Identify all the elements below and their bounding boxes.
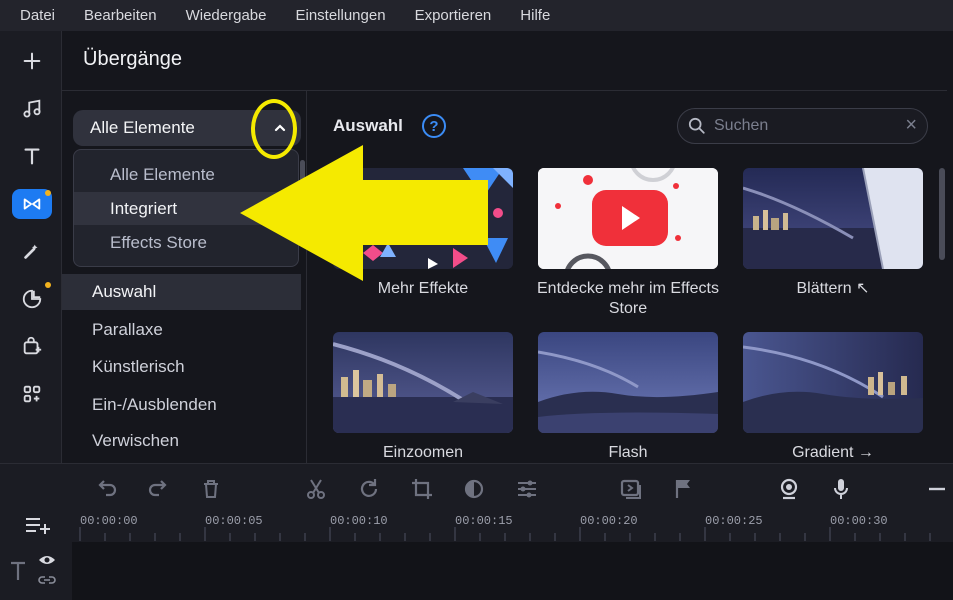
text-track[interactable]	[72, 542, 953, 600]
plus-icon[interactable]	[12, 43, 52, 79]
timecode: 00:00:20	[580, 514, 638, 528]
flag-icon[interactable]	[671, 476, 697, 502]
track-header	[0, 542, 72, 600]
menu-bearbeiten[interactable]: Bearbeiten	[84, 7, 157, 24]
store-bag-icon[interactable]	[12, 328, 52, 364]
more-apps-icon[interactable]	[12, 376, 52, 412]
thumbnail-effects-store	[538, 168, 718, 269]
tile-label: Blättern ↖	[796, 280, 870, 297]
menu-hilfe[interactable]: Hilfe	[520, 7, 550, 24]
stickers-icon[interactable]	[12, 281, 52, 317]
rotate-icon[interactable]	[356, 476, 382, 502]
timecode: 00:00:15	[455, 514, 513, 528]
category-kuenstlerisch[interactable]: Künstlerisch	[62, 349, 301, 385]
crop-icon[interactable]	[409, 476, 435, 502]
search-icon	[688, 117, 705, 134]
timecode: 00:00:05	[205, 514, 263, 528]
zoom-out-icon[interactable]	[924, 476, 950, 502]
timecode: 00:00:25	[705, 514, 763, 528]
tool-rail	[0, 31, 62, 463]
category-verwischen[interactable]: Verwischen	[62, 423, 301, 459]
menu-wiedergabe[interactable]: Wiedergabe	[186, 7, 267, 24]
tile-label: Entdecke mehr im Effects Store	[537, 280, 719, 317]
timecode: 00:00:00	[80, 514, 138, 528]
text-track-icon	[11, 561, 25, 580]
music-icon[interactable]	[12, 91, 52, 127]
clear-search-icon[interactable]: ×	[905, 114, 917, 137]
webcam-icon[interactable]	[776, 476, 802, 502]
annotation-circle	[251, 99, 297, 159]
link-icon[interactable]	[38, 574, 56, 586]
thumbnail-landscape	[538, 332, 718, 433]
menu-datei[interactable]: Datei	[20, 7, 55, 24]
color-icon[interactable]	[461, 476, 487, 502]
menu-bar: Datei Bearbeiten Wiedergabe Einstellunge…	[0, 0, 953, 31]
category-parallaxe[interactable]: Parallaxe	[62, 312, 301, 348]
tile-flash[interactable]: Flash	[538, 332, 718, 463]
tile-label: Einzoomen	[382, 444, 464, 461]
tile-label: Flash	[608, 444, 648, 461]
tile-label: Gradient →	[792, 444, 874, 461]
thumbnail-city-bridge	[333, 332, 513, 433]
adjust-icon[interactable]	[514, 476, 540, 502]
undo-icon[interactable]	[93, 476, 119, 502]
microphone-icon[interactable]	[828, 476, 854, 502]
redo-icon[interactable]	[146, 476, 172, 502]
menu-einstellungen[interactable]: Einstellungen	[295, 7, 385, 24]
thumbnail-landscape-gradient	[743, 332, 923, 433]
magic-wand-icon[interactable]	[12, 233, 52, 269]
help-icon[interactable]: ?	[422, 114, 446, 138]
grid-scrollbar[interactable]	[939, 168, 945, 260]
timeline-ruler[interactable]: 00:00:00 00:00:05 00:00:10 00:00:15 00:0…	[72, 511, 953, 541]
search-box[interactable]: ×	[677, 108, 928, 144]
filter-selected: Alle Elemente	[90, 118, 195, 137]
section-label: Auswahl	[333, 116, 403, 135]
timecode: 00:00:10	[330, 514, 388, 528]
fit-icon[interactable]	[618, 476, 644, 502]
tile-effects-store[interactable]: Entdecke mehr im Effects Store	[537, 168, 719, 319]
cut-icon[interactable]	[303, 476, 329, 502]
add-track-icon[interactable]	[24, 513, 52, 537]
timeline-toolbar	[0, 463, 953, 511]
panel-title: Übergänge	[83, 48, 182, 70]
tile-einzoomen[interactable]: Einzoomen	[333, 332, 513, 463]
transitions-icon[interactable]	[12, 189, 52, 219]
timeline: 00:00:00 00:00:05 00:00:10 00:00:15 00:0…	[0, 511, 953, 600]
search-input[interactable]	[714, 115, 894, 137]
menu-exportieren[interactable]: Exportieren	[415, 7, 492, 24]
text-icon[interactable]	[12, 138, 52, 174]
trash-icon[interactable]	[198, 476, 224, 502]
category-ein-ausblenden[interactable]: Ein-/Ausblenden	[62, 387, 301, 423]
tile-blaettern[interactable]: Blättern ↖	[743, 168, 923, 299]
thumbnail-city-bridge	[743, 168, 923, 269]
timecode: 00:00:30	[830, 514, 888, 528]
visibility-eye-icon[interactable]	[38, 553, 56, 567]
tile-gradient[interactable]: Gradient →	[743, 332, 923, 463]
annotation-arrow	[240, 145, 488, 281]
